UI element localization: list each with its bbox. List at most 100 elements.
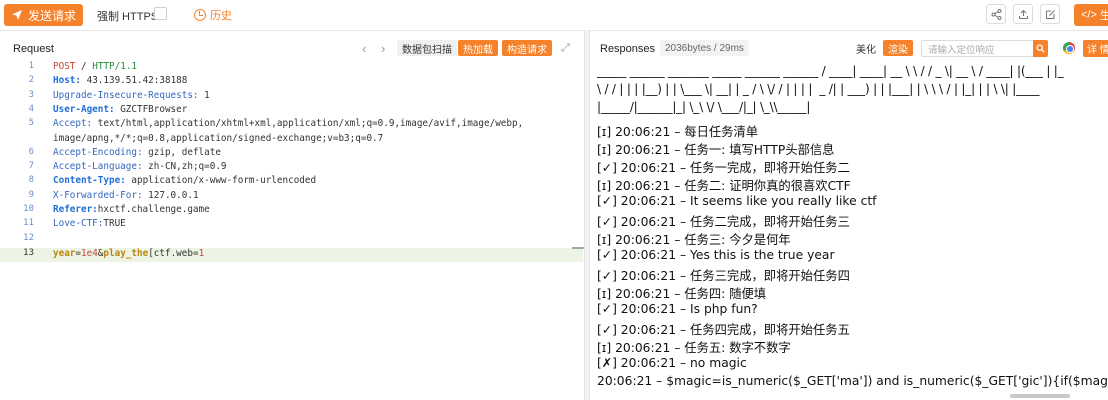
ascii-art-line: |_____/|______|_| \_\ \/ \___/|_| \_\\__… bbox=[597, 100, 811, 114]
hot-load-button[interactable]: 热加载 bbox=[458, 40, 498, 56]
param-value: 1 bbox=[198, 247, 205, 259]
code-line: 10 Referer:hxctf.challenge.game bbox=[0, 204, 583, 218]
header-line: Upgrade-Insecure-Requests: 1 bbox=[53, 90, 210, 101]
ascii-art-line: _____ ______ _______ _____ ______ ______… bbox=[597, 64, 1064, 78]
line-number: 11 bbox=[23, 218, 34, 229]
divider bbox=[590, 30, 1108, 31]
upload-icon[interactable] bbox=[1013, 4, 1033, 24]
chevron-left-icon[interactable]: ‹ bbox=[362, 41, 366, 56]
log-line: [✓] 20:06:21 – 任务一完成，即将开始任务二 bbox=[597, 161, 850, 175]
response-search-input[interactable]: 请输入定位响应 bbox=[921, 40, 1033, 57]
line-number: 8 bbox=[28, 175, 34, 186]
line-number: 1 bbox=[28, 61, 34, 71]
log-line: [ɪ] 20:06:21 – 任务一: 填写HTTP头部信息 bbox=[597, 143, 835, 157]
line-number: 4 bbox=[28, 103, 34, 114]
header-value: 1 bbox=[204, 89, 210, 101]
code-line: 4 User-Agent: GZCTFBrowser bbox=[0, 104, 583, 118]
line-number: 5 bbox=[28, 118, 34, 129]
log-line: [✓] 20:06:21 – It seems like you really … bbox=[597, 194, 877, 208]
code-line: 8 Content-Type: application/x-www-form-u… bbox=[0, 175, 583, 189]
beautify-button[interactable]: 美化 bbox=[851, 40, 881, 56]
code-line: 7 Accept-Language: zh-CN,zh;q=0.9 bbox=[0, 161, 583, 175]
header-name: User-Agent: bbox=[53, 103, 115, 115]
header-name: Content-Type: bbox=[53, 175, 126, 187]
chevron-right-icon[interactable]: › bbox=[381, 41, 385, 56]
clock-icon bbox=[194, 9, 206, 21]
divider bbox=[0, 30, 584, 31]
header-name: Upgrade-Insecure-Requests: bbox=[53, 89, 199, 101]
code-line: image/apng,*/*;q=0.8,application/signed-… bbox=[0, 133, 583, 147]
line-number: 9 bbox=[28, 189, 34, 200]
code-line: 11 Love-CTF:TRUE bbox=[0, 218, 583, 232]
header-value: hxctf.challenge.game bbox=[97, 204, 210, 215]
chrome-icon[interactable] bbox=[1063, 42, 1075, 54]
header-value: GZCTFBrowser bbox=[120, 103, 188, 115]
header-value-continuation: image/apng,*/*;q=0.8,application/signed-… bbox=[53, 132, 384, 144]
detail-button[interactable]: 详 情 bbox=[1083, 40, 1108, 57]
header-name: Love-CTF: bbox=[53, 218, 104, 230]
log-line: [✗] 20:06:21 – no magic bbox=[597, 356, 747, 370]
horizontal-scrollbar[interactable] bbox=[1010, 394, 1070, 398]
log-line: [ɪ] 20:06:21 – 每日任务清单 bbox=[597, 125, 759, 139]
generate-label: 生 bbox=[1099, 10, 1108, 22]
header-value: 43.139.51.42:38188 bbox=[86, 75, 188, 87]
code-line: 1 POST / HTTP/1.1 bbox=[0, 61, 583, 75]
render-button[interactable]: 渲染 bbox=[883, 40, 913, 56]
log-line: [ɪ] 20:06:21 – 任务三: 今夕是何年 bbox=[597, 233, 791, 247]
share-icon[interactable] bbox=[986, 4, 1006, 24]
header-line: Host: 43.139.51.42:38188 bbox=[53, 75, 187, 86]
code-line: 2 Host: 43.139.51.42:38188 bbox=[0, 75, 583, 89]
send-icon bbox=[11, 10, 22, 20]
code-icon: </> bbox=[1081, 9, 1097, 21]
send-request-label: 发送请求 bbox=[27, 8, 76, 23]
request-editor[interactable]: 1 POST / HTTP/1.1 2 Host: 43.139.51.42:3… bbox=[0, 61, 583, 400]
header-name: Host: bbox=[53, 75, 81, 87]
header-value: 127.0.0.1 bbox=[148, 189, 199, 201]
log-line: [ɪ] 20:06:21 – 任务四: 随便填 bbox=[597, 287, 767, 301]
param-value: 1e4 bbox=[81, 247, 98, 259]
header-line: Accept-Language: zh-CN,zh;q=0.9 bbox=[53, 161, 227, 172]
request-header: Request ‹ › 数据包扫描 热加载 构造请求 ⤢ bbox=[0, 37, 583, 59]
code-line: 12 bbox=[0, 233, 583, 247]
log-line: [✓] 20:06:21 – Is php fun? bbox=[597, 302, 758, 316]
history-label: 历史 bbox=[210, 10, 232, 22]
history-button[interactable]: 历史 bbox=[194, 7, 232, 23]
search-icon[interactable] bbox=[1033, 40, 1048, 57]
code-line-active: 13 year=1e4&play_the[ctf.web=1 bbox=[0, 247, 583, 262]
header-value: text/html,application/xhtml+xml,applicat… bbox=[97, 118, 524, 130]
code-line: 6 Accept-Encoding: gzip, deflate bbox=[0, 147, 583, 161]
packet-scan-button[interactable]: 数据包扫描 bbox=[397, 40, 457, 56]
line-number: 3 bbox=[28, 89, 34, 100]
log-line: 20:06:21 – $magic=is_numeric($_GET['ma']… bbox=[597, 374, 1108, 388]
response-size-badge: 2036bytes / 29ms bbox=[660, 40, 749, 56]
request-path: / bbox=[81, 61, 87, 72]
header-value: gzip, deflate bbox=[148, 146, 221, 158]
line-number: 10 bbox=[23, 204, 34, 214]
generate-button[interactable]: </> 生 bbox=[1074, 4, 1108, 26]
header-name: Accept: bbox=[53, 118, 93, 130]
header-line: Content-Type: application/x-www-form-url… bbox=[53, 175, 316, 186]
pane-splitter[interactable] bbox=[584, 30, 590, 400]
ascii-art-line: \ / / | | | |__) | | \___ \| __| | _ / \… bbox=[597, 82, 1040, 96]
build-request-button[interactable]: 构造请求 bbox=[502, 40, 552, 56]
code-line: 9 X-Forwarded-For: 127.0.0.1 bbox=[0, 190, 583, 204]
header-name: Accept-Language: bbox=[53, 161, 143, 173]
edit-icon[interactable] bbox=[1040, 4, 1060, 24]
line-number: 2 bbox=[28, 75, 34, 86]
request-body: year=1e4&play_the[ctf.web=1 bbox=[53, 248, 204, 259]
top-toolbar: 发送请求 强制 HTTPS 历史 </> 生 bbox=[0, 0, 1108, 30]
editor-cursor-marker bbox=[572, 247, 584, 249]
header-line: Love-CTF:TRUE bbox=[53, 218, 126, 229]
header-line: Accept-Encoding: gzip, deflate bbox=[53, 147, 221, 158]
response-body: _____ ______ _______ _____ ______ ______… bbox=[597, 60, 1108, 400]
body-token: [ctf.web= bbox=[148, 247, 199, 259]
response-title: Responses bbox=[600, 43, 656, 55]
param-name: play_the bbox=[103, 247, 149, 259]
log-line: [✓] 20:06:21 – 任务四完成，即将开始任务五 bbox=[597, 323, 850, 337]
expand-icon[interactable]: ⤢ bbox=[561, 42, 570, 55]
line-number: 13 bbox=[23, 247, 34, 258]
response-header: Responses 2036bytes / 29ms 美化 渲染 请输入定位响应… bbox=[590, 37, 1108, 59]
force-https-checkbox[interactable] bbox=[154, 7, 167, 20]
http-protocol: HTTP/1.1 bbox=[92, 61, 137, 72]
send-request-button[interactable]: 发送请求 bbox=[4, 4, 83, 26]
